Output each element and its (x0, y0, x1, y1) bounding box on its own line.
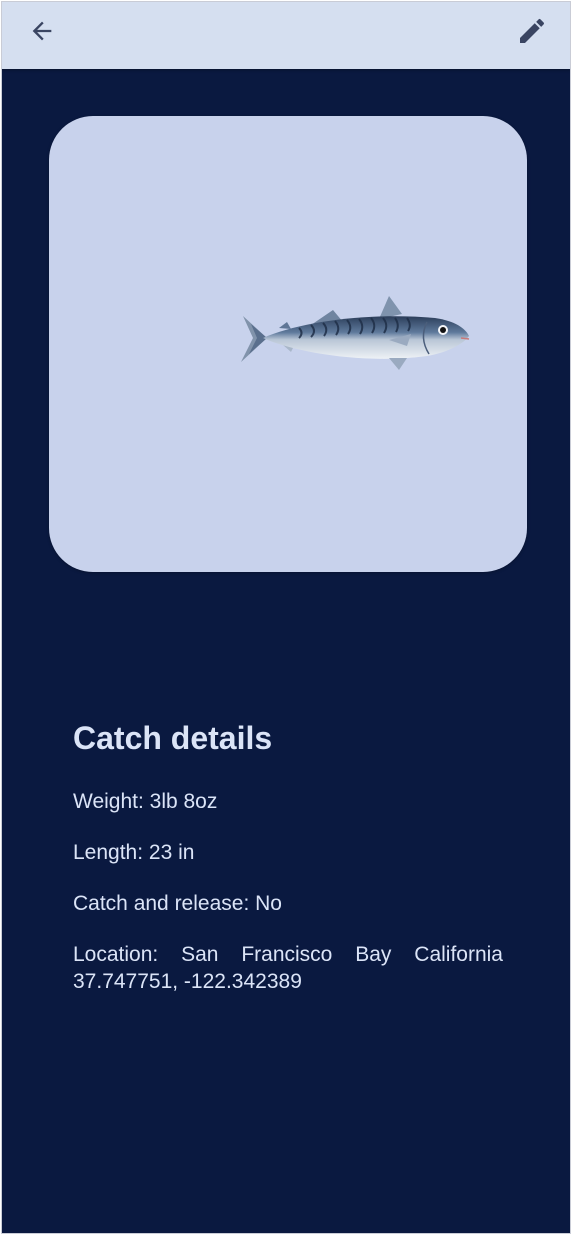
fish-image (241, 296, 470, 370)
catch-details: Catch details Weight: 3lb 8oz Length: 23… (73, 718, 503, 1019)
catch-photo (49, 116, 527, 572)
length-text: Length: 23 in (73, 841, 195, 864)
pencil-icon (520, 18, 545, 43)
catch-and-release-text: Catch and release: No (73, 892, 282, 915)
details-heading: Catch details (73, 720, 273, 756)
top-app-bar (2, 2, 570, 69)
screen: Catch details Weight: 3lb 8oz Length: 23… (1, 1, 571, 1234)
back-button[interactable] (22, 11, 62, 51)
weight-text: Weight: 3lb 8oz (73, 790, 218, 813)
location-text: Location: San Francisco Bay California 3… (73, 943, 503, 993)
arrow-back-icon (32, 21, 52, 41)
edit-button[interactable] (512, 11, 552, 51)
